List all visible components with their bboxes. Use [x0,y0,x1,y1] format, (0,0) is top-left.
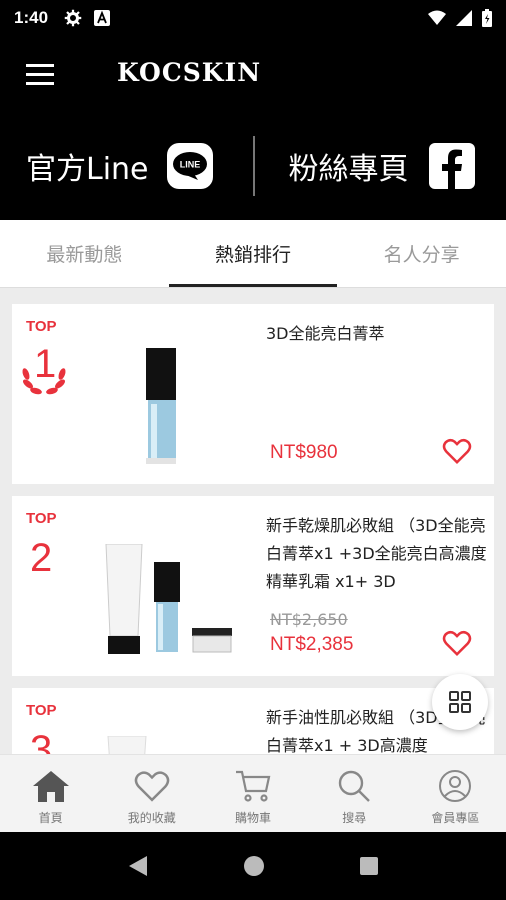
hamburger-menu-button[interactable] [26,64,54,86]
rank-number: 2 [30,536,53,580]
product-name[interactable]: 3D全能亮白菁萃 [266,320,488,348]
nav-label: 搜尋 [342,811,367,825]
product-card[interactable]: TOP 1 3D全能亮白菁萃 NT$980 [12,304,494,484]
status-bar: 1:40 [0,0,506,36]
nav-label: 會員專區 [431,811,480,825]
category-tabs: 最新動態 熱銷排行 名人分享 [0,220,506,288]
cart-icon [236,770,271,802]
nav-search[interactable]: 搜尋 [304,755,405,832]
settings-icon [64,9,82,27]
top-label: TOP [26,702,57,719]
home-icon [32,771,69,802]
facebook-icon [428,143,475,189]
home-button[interactable] [243,855,265,877]
social-links: 官方Line LINE 粉絲專頁 [0,134,506,198]
product-image[interactable] [102,544,232,656]
recent-square-icon [360,857,378,875]
nav-favorites[interactable]: 我的收藏 [101,755,202,832]
signal-icon [456,10,472,26]
heart-icon[interactable] [442,436,472,466]
wifi-icon [428,10,446,25]
product-price: NT$2,385 [270,634,354,655]
back-triangle-icon [129,856,147,876]
facebook-page-link[interactable]: 粉絲專頁 [289,143,475,189]
system-navigation-bar [0,832,506,900]
battery-icon [482,9,492,27]
heart-icon[interactable] [442,628,472,658]
home-circle-icon [244,856,264,876]
bottom-navigation: 首頁 我的收藏 購物車 搜尋 會員專區 [0,754,506,832]
official-line-link[interactable]: 官方Line LINE [26,143,213,189]
line-icon: LINE [166,143,213,189]
recent-apps-button[interactable] [359,856,379,876]
laurel-icon [22,368,66,395]
heart-icon [134,771,170,802]
tab-best-sellers[interactable]: 熱銷排行 [168,220,338,287]
tab-celebrity-share[interactable]: 名人分享 [337,220,506,287]
search-icon [339,770,371,802]
grid-view-button[interactable] [432,674,488,730]
brand-logo: KOCSKIN [117,58,262,87]
back-button[interactable] [127,854,149,878]
product-original-price: NT$2,650 [270,610,348,629]
product-price: NT$980 [270,442,338,463]
nav-label: 購物車 [235,811,272,825]
grid-icon [449,691,471,713]
product-list: TOP 1 3D全能亮白菁萃 NT$980 TOP 2 新手乾燥肌必敗組 （3D… [0,288,506,754]
member-icon [439,770,472,802]
nav-cart[interactable]: 購物車 [202,755,303,832]
app-header: KOCSKIN 官方Line LINE 粉絲專頁 [0,36,506,220]
social-divider [252,136,255,196]
product-name[interactable]: 新手乾燥肌必敗組 （3D全能亮白菁萃x1 +3D全能亮白高濃度精華乳霜 x1+ … [266,512,488,596]
font-a-icon [94,10,111,26]
nav-member[interactable]: 會員專區 [405,755,506,832]
product-card[interactable]: TOP 3 新手油性肌必敗組 （3D全能亮白菁萃x1 + 3D高濃度 [12,688,494,754]
top-label: TOP [26,510,57,527]
product-image[interactable] [104,736,150,754]
tab-latest-news[interactable]: 最新動態 [0,220,169,287]
top-label: TOP [26,318,57,335]
nav-label: 我的收藏 [127,811,176,825]
facebook-page-label: 粉絲專頁 [288,152,409,187]
app-screen: 1:40 KOCSKIN 官方Line LINE 粉絲專頁 最新動態 熱銷排行 … [0,0,506,900]
line-icon-text: LINE [179,160,200,170]
status-time: 1:40 [14,8,49,27]
official-line-label: 官方Line [26,152,149,187]
nav-home[interactable]: 首頁 [0,755,101,832]
product-card[interactable]: TOP 2 新手乾燥肌必敗組 （3D全能亮白菁萃x1 +3D全能亮白高濃度精華乳… [12,496,494,676]
nav-label: 首頁 [38,811,63,825]
product-image[interactable] [142,348,192,466]
rank-number: 3 [30,728,53,754]
